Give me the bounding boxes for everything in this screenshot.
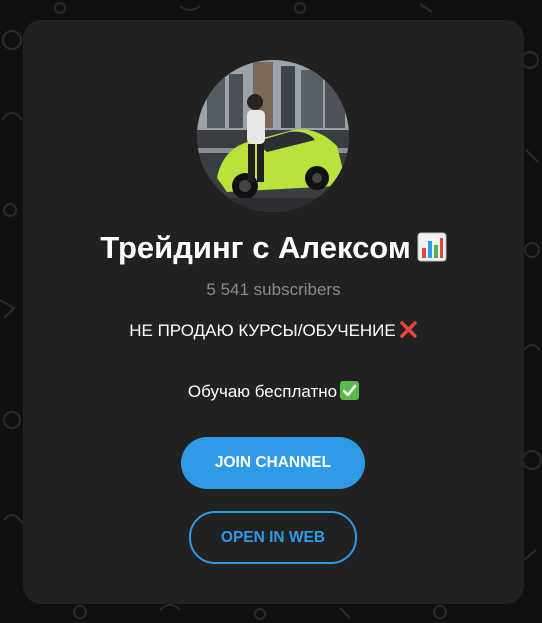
description-line-2-text: Обучаю бесплатно <box>187 382 338 401</box>
bar-chart-emoji-icon <box>417 232 447 262</box>
description-line-1-text: НЕ ПРОДАЮ КУРСЫ/ОБУЧЕНИЕ <box>129 321 396 340</box>
description-line-2: Обучаю бесплатно <box>23 381 524 402</box>
join-channel-button[interactable]: JOIN CHANNEL <box>181 437 365 489</box>
cross-mark-icon <box>400 321 417 338</box>
channel-avatar[interactable] <box>197 60 349 212</box>
open-in-web-button[interactable]: OPEN IN WEB <box>189 511 357 564</box>
check-mark-icon <box>340 381 360 400</box>
subscriber-count: 5 541 subscribers <box>206 280 341 299</box>
description-line-1: НЕ ПРОДАЮ КУРСЫ/ОБУЧЕНИЕ <box>23 320 524 341</box>
channel-title: Трейдинг с Алексом <box>23 230 524 266</box>
channel-title-text: Трейдинг с Алексом <box>100 230 411 265</box>
channel-card: Трейдинг с Алексом 5 541 subscribers НЕ … <box>23 20 524 604</box>
